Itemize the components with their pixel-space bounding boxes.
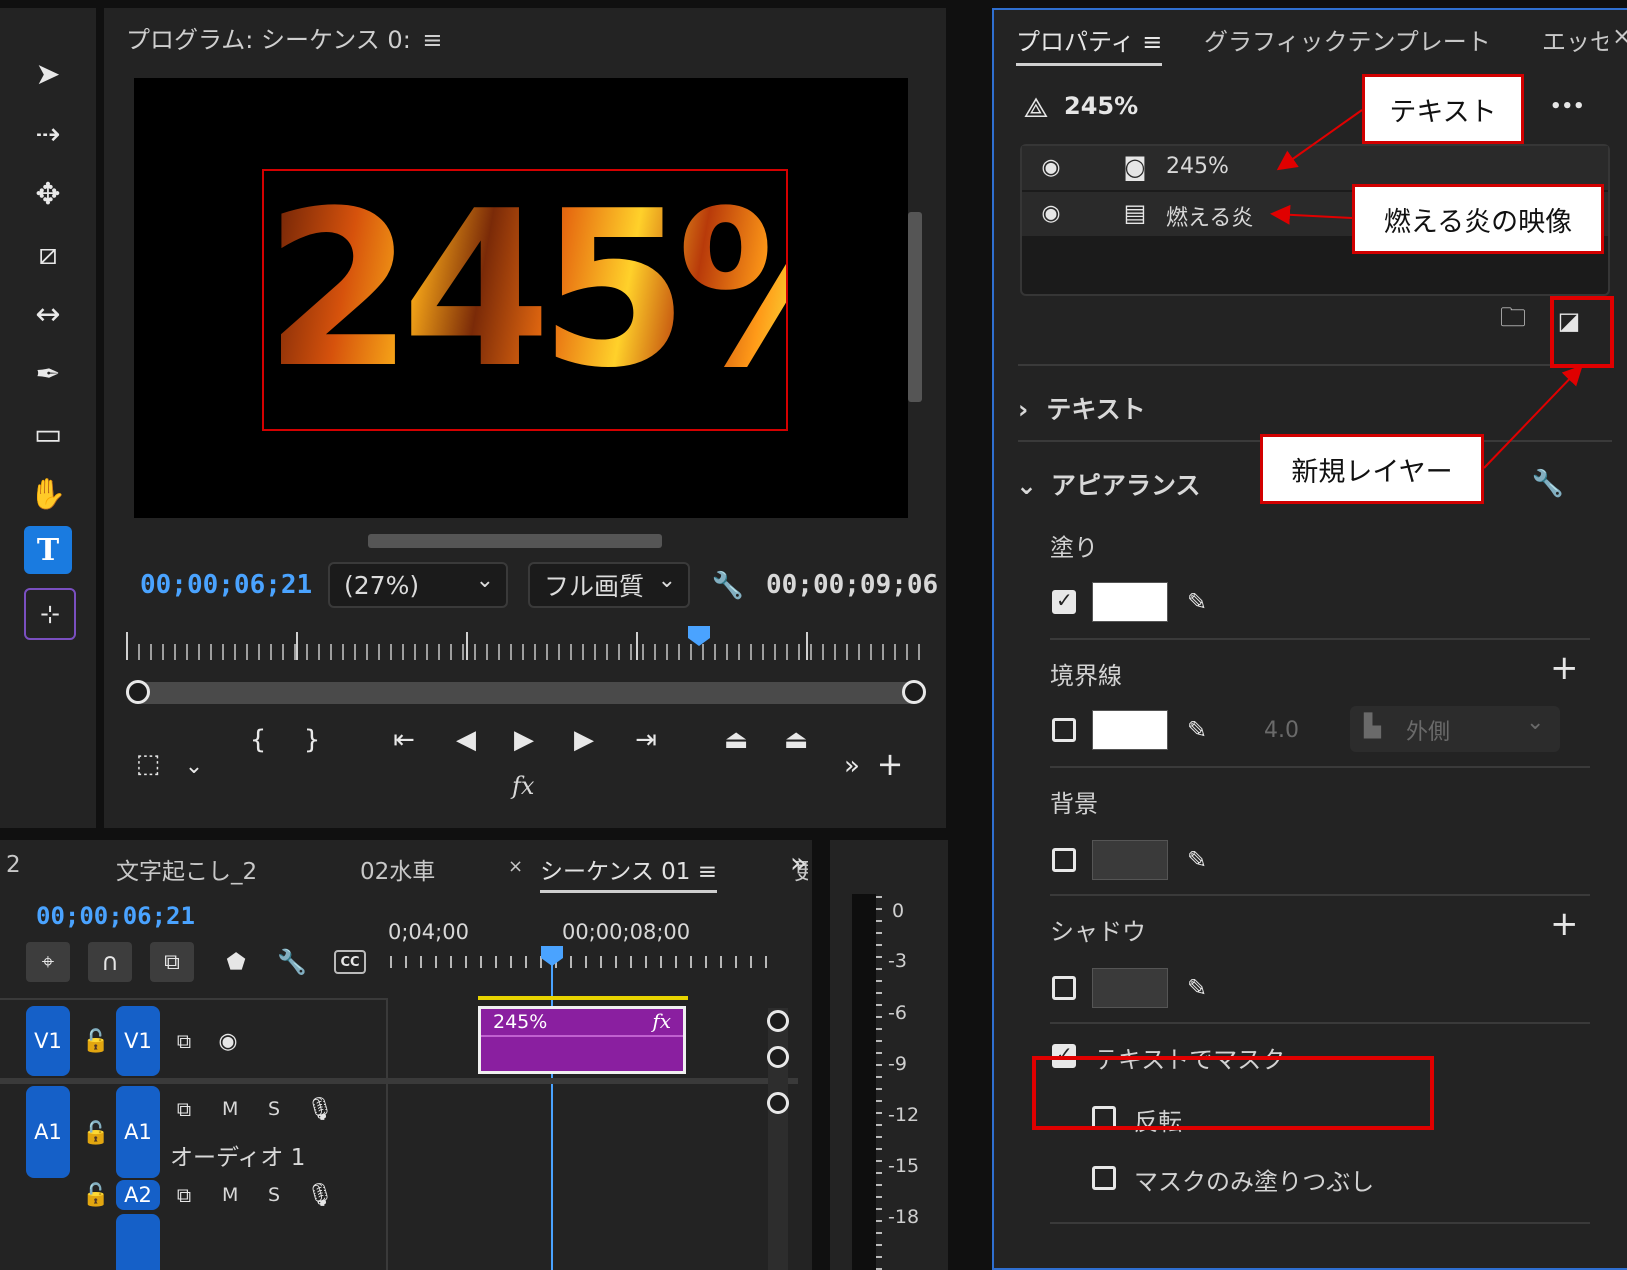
arrow-flame-video	[1270, 204, 1353, 225]
callout-arrows	[1270, 109, 1583, 469]
arrow-new-layer	[1483, 365, 1583, 469]
arrow-text	[1276, 109, 1363, 171]
